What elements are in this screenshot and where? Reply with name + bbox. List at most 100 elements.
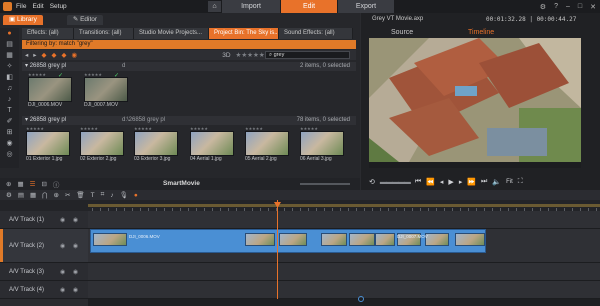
maximize-icon[interactable]: □ [578,3,582,10]
section-header[interactable]: ▾ 26858 grey pl d:\26858 grey pl 78 item… [22,116,356,125]
track-lane[interactable] [88,263,600,281]
prev-frame-icon[interactable]: ◂ [440,178,444,186]
next-frame-icon[interactable]: ▸ [459,178,463,186]
track-visibility-icons[interactable]: ◉ ◉ [60,216,81,223]
media-item[interactable]: ★★★★★ 06 Aerial 3.jpg [300,127,344,163]
track-visibility-icons[interactable]: ◉ ◉ [60,286,81,293]
go-end-icon[interactable]: ⏭ [481,178,487,186]
go-start-icon[interactable]: ⏮ [415,178,421,186]
mode-tab-edit[interactable]: Edit [281,0,337,13]
track-header[interactable]: A/V Track (3) ◉ ◉ [0,263,88,281]
mode-tab-export[interactable]: Export [338,0,394,13]
tab-studio-projects[interactable]: Studio Movie Projects... [134,28,209,39]
help-icon[interactable]: ? [554,3,558,10]
details-icon[interactable]: ⊟ [41,180,46,188]
title-icon[interactable]: T [0,105,19,116]
track-visibility-icons[interactable]: ◉ ◉ [60,268,81,275]
text-tool-icon[interactable]: T [91,192,95,199]
track-header[interactable]: A/V Track (1) ◉ ◉ [0,211,88,229]
voiceover-icon[interactable]: 🎙 [120,191,128,199]
tab-transitions[interactable]: Transitions: (all) [74,28,134,39]
section-header[interactable]: ▾ 26858 grey pl d 2 items, 0 selected [22,62,356,71]
timeline-range-bar[interactable] [88,204,600,207]
media-item[interactable]: ★★★★★ 01 Exterior 1.jpg [26,127,70,163]
settings-icon[interactable]: ⚙ [6,191,12,199]
tab-editor[interactable]: ✎ Editor [66,15,104,25]
play-icon[interactable]: ▶ [448,178,453,186]
media-item[interactable]: ★★★★★ ✓ DJI_0006.MOV [28,73,72,109]
marker-icon[interactable]: ⊕ [53,191,58,199]
magnet-icon[interactable]: ⋂ [42,191,47,199]
transitions-icon[interactable]: ◧ [0,72,19,83]
tab-project-bin[interactable]: Project Bin: The Sky is... [209,28,279,39]
smartmovie-button[interactable]: SmartMovie [163,178,200,190]
video-icon[interactable]: ▦ [0,50,19,61]
storyboard-icon[interactable]: ▦ [30,191,36,199]
search-input[interactable]: ⌕ grey [265,51,350,59]
tab-library[interactable]: ▣ Library [3,15,43,25]
home-icon[interactable]: ⌂ [208,1,221,12]
scene-icon[interactable]: ◉ [72,51,78,59]
flag-icon[interactable]: ◆ [52,51,57,59]
track-lane[interactable] [88,211,600,229]
back-icon[interactable]: ◂ [25,51,28,59]
track-visibility-icons[interactable]: ◉ ◉ [60,242,81,249]
menu-file[interactable]: File [16,3,26,10]
sound-fx-icon[interactable]: ◉ [0,138,19,149]
media-item[interactable]: ★★★★★ 05 Aerial 2.jpg [245,127,289,163]
track-lane[interactable] [88,281,600,299]
timeline-clip[interactable]: DJI_0006.MOV DJI_0007.MOV [90,229,486,253]
scroll-handle[interactable] [358,296,364,302]
menu-setup[interactable]: Setup [50,3,67,10]
record-icon[interactable]: ● [134,192,138,199]
tab-sound-effects[interactable]: Sound Effects: (all) [279,28,353,39]
razor-icon[interactable]: ✂ [65,191,70,199]
playhead[interactable] [277,200,278,306]
jog-wheel[interactable]: ▬▬▬▬▬ [380,179,411,186]
media-item[interactable]: ★★★★★ 02 Exterior 2.jpg [80,127,124,163]
montage-icon[interactable]: ⊞ [0,127,19,138]
snap-icon[interactable]: ⌗ [101,191,105,199]
step-forward-icon[interactable]: ⏩ [467,178,476,186]
tab-timeline[interactable]: Timeline [468,29,494,36]
media-item[interactable]: ★★★★★ 03 Exterior 3.jpg [134,127,178,163]
menu-edit[interactable]: Edit [32,3,43,10]
tab-source[interactable]: Source [391,29,413,36]
media-item[interactable]: ★★★★★ 04 Aerial 1.jpg [190,127,234,163]
track-icon[interactable]: ▤ [18,191,24,199]
forward-icon[interactable]: ▸ [33,51,36,59]
close-icon[interactable]: ✕ [590,3,596,11]
track-header[interactable]: A/V Track (4) ◉ ◉ [0,281,88,299]
mode-tab-import[interactable]: Import [222,0,280,13]
info-icon[interactable]: ⓘ [53,179,60,189]
timeline-scrollbar[interactable] [88,299,600,306]
delete-icon[interactable]: 🗑 [76,191,84,199]
disc-icon[interactable]: ◎ [0,149,19,160]
thumbnail-size-slider[interactable] [300,183,350,185]
list-view-icon[interactable]: ☰ [30,180,36,188]
minimize-icon[interactable]: – [566,3,570,10]
grid-view-icon[interactable]: ▦ [17,180,23,188]
settings-icon[interactable]: ⚙ [540,3,546,11]
group-icon[interactable]: ◆ [62,51,67,59]
media-icon[interactable]: ● [0,28,19,39]
tag-icon[interactable]: ◆ [42,51,47,59]
preview-scrubber[interactable] [369,162,581,168]
step-back-icon[interactable]: ⏪ [426,178,435,186]
volume-icon[interactable]: 🔈 [492,178,501,186]
effects-icon[interactable]: ✧ [0,61,19,72]
add-icon[interactable]: ⊕ [6,180,11,188]
fullscreen-icon[interactable]: ⛶ [518,178,523,186]
rating-filter[interactable]: ★★★★★ [236,51,265,59]
fit-label[interactable]: Fit [506,179,513,185]
project-icon[interactable]: ▤ [0,39,19,50]
tab-effects[interactable]: Effects: (all) [22,28,74,39]
media-item[interactable]: ★★★★★ ✓ DJI_0007.MOV [84,73,128,109]
audio-mixer-icon[interactable]: ♪ [110,192,113,199]
view-mode-label[interactable]: 3D [222,52,230,59]
loop-icon[interactable]: ⟲ [369,178,375,186]
music-icon[interactable]: ♫ [0,83,19,94]
audio-icon[interactable]: ♪ [0,94,19,105]
track-header[interactable]: A/V Track (2) ◉ ◉ [0,229,88,263]
paint-icon[interactable]: ✐ [0,116,19,127]
